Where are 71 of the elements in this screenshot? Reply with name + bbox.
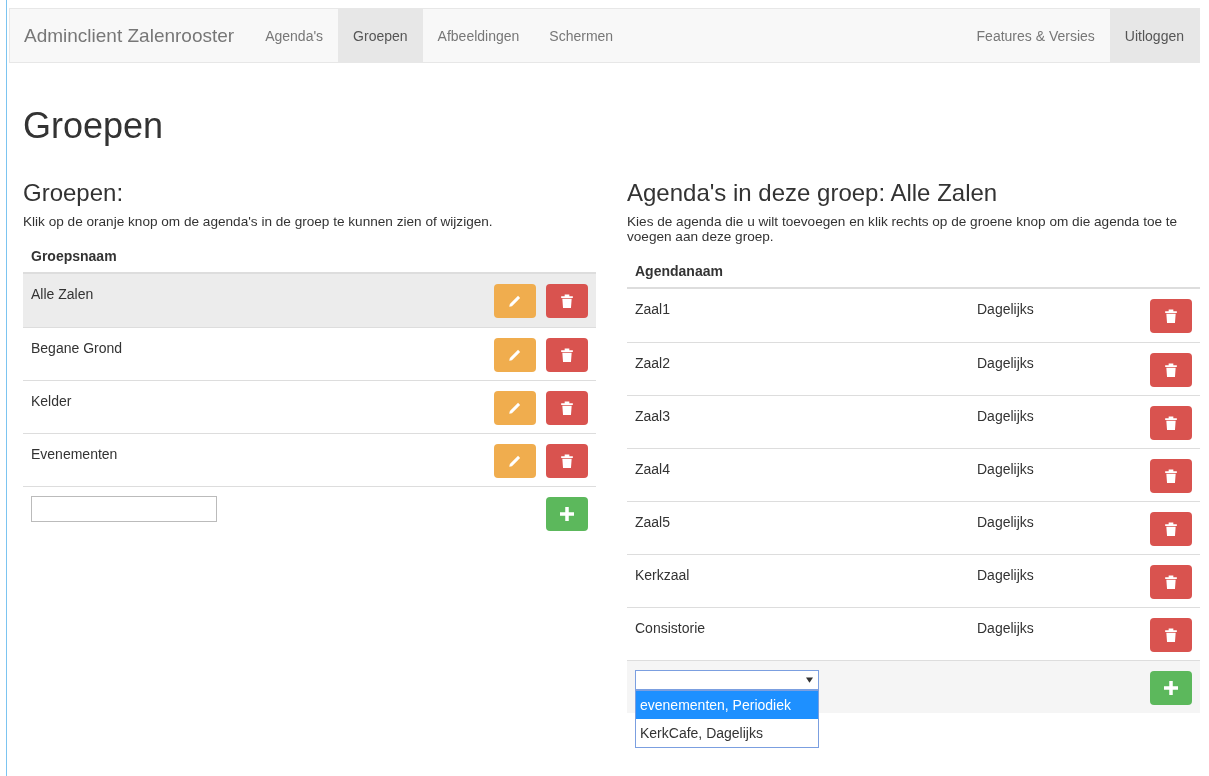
delete-button[interactable] bbox=[1150, 511, 1192, 546]
agenda-name: Zaal1 bbox=[635, 299, 672, 317]
nav-tab[interactable]: Groepen bbox=[338, 9, 423, 62]
pencil-icon bbox=[508, 347, 522, 362]
agenda-name: Zaal3 bbox=[635, 406, 672, 424]
group-name: Kelder bbox=[31, 391, 72, 409]
delete-button[interactable] bbox=[546, 390, 588, 425]
pencil-icon bbox=[508, 453, 522, 468]
delete-button[interactable] bbox=[1150, 405, 1192, 440]
trash-icon bbox=[560, 453, 574, 468]
frequency-text: Dagelijks bbox=[977, 512, 1035, 530]
add-button[interactable] bbox=[1150, 670, 1192, 705]
delete-button[interactable] bbox=[1150, 352, 1192, 387]
agenda-name: Zaal4 bbox=[635, 459, 672, 477]
trash-icon bbox=[1164, 627, 1178, 642]
agenda-select[interactable] bbox=[635, 669, 819, 690]
group-name: Alle Zalen bbox=[31, 284, 94, 302]
trash-icon bbox=[1164, 521, 1178, 536]
pencil-icon bbox=[508, 400, 522, 415]
dropdown-option[interactable]: KerkCafe, Dagelijks bbox=[636, 718, 818, 747]
frequency-text: Dagelijks bbox=[977, 459, 1035, 477]
page-title: Groepen bbox=[23, 105, 165, 147]
trash-icon bbox=[1164, 574, 1178, 589]
trash-icon bbox=[560, 293, 574, 308]
dropdown-option[interactable]: evenementen, Periodiek bbox=[636, 690, 818, 719]
section-heading: Agenda's in deze groep: Alle Zalen bbox=[627, 179, 999, 207]
trash-icon bbox=[1164, 362, 1178, 377]
trash-icon bbox=[560, 400, 574, 415]
plus-icon bbox=[1164, 680, 1178, 695]
nav-tab[interactable]: Agenda's bbox=[250, 9, 339, 62]
pencil-icon bbox=[508, 293, 522, 308]
agenda-name: Zaal5 bbox=[635, 512, 672, 530]
group-name-field[interactable] bbox=[31, 495, 217, 522]
frequency-text: Dagelijks bbox=[977, 299, 1035, 317]
nav-tab[interactable]: Afbeeldingen bbox=[422, 9, 535, 62]
column-header: Groepsnaam bbox=[31, 247, 117, 264]
table-row[interactable]: Evenementen bbox=[23, 432, 596, 486]
table-row[interactable]: Kelder bbox=[23, 379, 596, 433]
plus-icon bbox=[560, 506, 574, 521]
frequency-text: Dagelijks bbox=[977, 565, 1035, 583]
delete-button[interactable] bbox=[546, 283, 588, 318]
trash-icon bbox=[1164, 308, 1178, 323]
delete-button[interactable] bbox=[1150, 298, 1192, 333]
agenda-name: Kerkzaal bbox=[635, 565, 691, 583]
caret-icon bbox=[806, 676, 813, 683]
add-button[interactable] bbox=[546, 496, 588, 531]
agenda-name: Consistorie bbox=[635, 618, 707, 636]
trash-icon bbox=[1164, 415, 1178, 430]
trash-icon bbox=[560, 347, 574, 362]
instruction-text: Kies de agenda die u wilt toevoegen en klik rechts op de groene knop om die agenda toe te voegen aan deze groep. bbox=[627, 215, 1179, 245]
delete-button[interactable] bbox=[1150, 564, 1192, 599]
table-row[interactable]: Begane Grond bbox=[23, 326, 596, 380]
trash-icon bbox=[1164, 468, 1178, 483]
frequency-text: Dagelijks bbox=[977, 618, 1035, 636]
group-name: Begane Grond bbox=[31, 338, 123, 356]
frequency-text: Dagelijks bbox=[977, 353, 1035, 371]
instruction-text: Klik op de oranje knop om de agenda's in de groep te kunnen zien of wijzigen. bbox=[23, 215, 494, 230]
table-row[interactable]: Alle Zalen bbox=[23, 273, 596, 327]
column-header: Agendanaam bbox=[635, 262, 723, 279]
frequency-text: Dagelijks bbox=[977, 406, 1035, 424]
delete-button[interactable] bbox=[546, 337, 588, 372]
delete-button[interactable] bbox=[1150, 617, 1192, 652]
delete-button[interactable] bbox=[1150, 458, 1192, 493]
nav-tab[interactable]: Uitloggen bbox=[1109, 9, 1199, 62]
group-name: Evenementen bbox=[31, 444, 118, 462]
nav-tab[interactable]: Schermen bbox=[534, 9, 629, 62]
delete-button[interactable] bbox=[546, 443, 588, 478]
section-heading: Groepen: bbox=[23, 179, 125, 207]
agenda-name: Zaal2 bbox=[635, 353, 672, 371]
nav-tab[interactable]: Features & Versies bbox=[961, 9, 1110, 62]
brand-link[interactable]: Adminclient Zalenrooster bbox=[10, 9, 251, 62]
